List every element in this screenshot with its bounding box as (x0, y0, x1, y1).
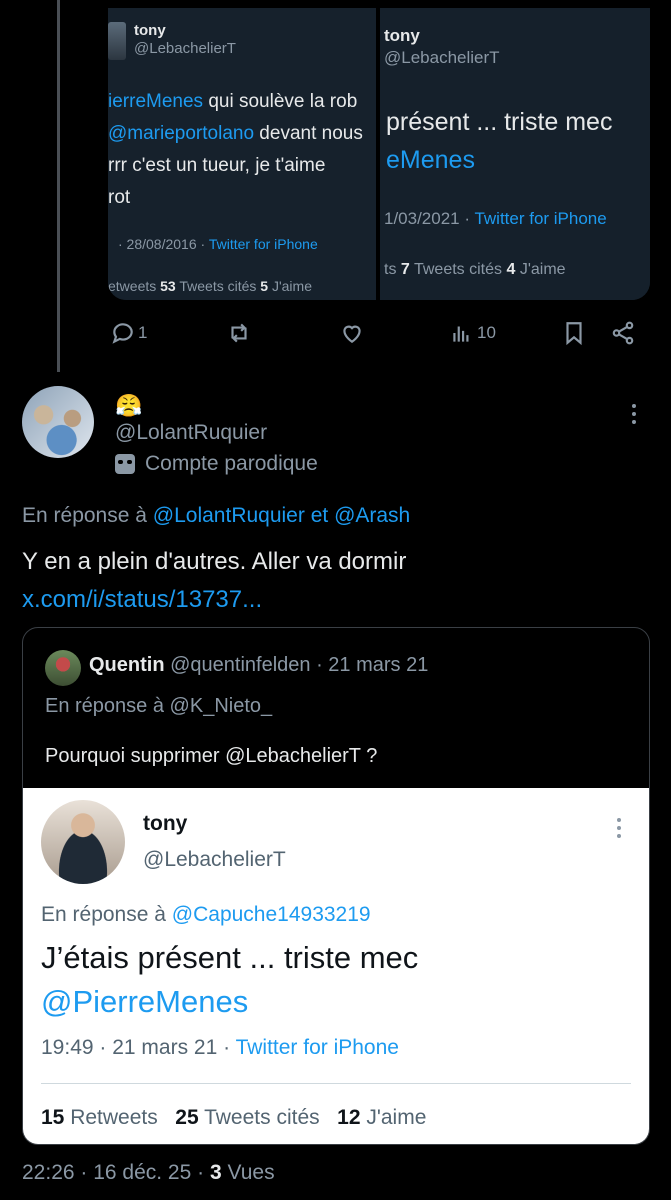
tweet-line: ierreMenes qui soulève la rob (108, 91, 358, 112)
tweet-meta: · 28/08/2016 · Twitter for iPhone (118, 236, 318, 252)
tweet-line: présent ... triste mec (386, 108, 613, 136)
bookmark-button[interactable] (561, 316, 587, 350)
heart-icon (343, 325, 361, 343)
tweet-media-image[interactable]: tony @LebachelierT ierreMenes qui soulèv… (108, 8, 650, 300)
tweet-stats: ts 7 Tweets cités 4 J'aime (384, 261, 566, 278)
avatar[interactable] (22, 386, 94, 458)
like-button[interactable] (339, 316, 365, 350)
tweet-line: rrr c'est un tueur, je t'aime (108, 155, 326, 176)
tweet-stats: etweets 53 Tweets cités 5 J'aime (108, 278, 312, 294)
divider (41, 1083, 631, 1084)
tweet-mention: @PierreMenes (41, 984, 249, 1019)
avatar (41, 800, 125, 884)
author-name: Quentin (89, 654, 165, 676)
bookmark-icon (566, 322, 582, 346)
avatar (108, 22, 126, 60)
quoted-tweet-card[interactable]: Quentin @quentinfelden · 21 mars 21 En r… (22, 627, 650, 1145)
tweet-line: @marieportolano devant nous (108, 123, 363, 144)
reply-count: 1 (138, 323, 148, 342)
reply-mention-link[interactable]: @Arash (334, 504, 410, 527)
reply-context: En réponse à @K_Nieto_ (45, 695, 273, 717)
quoted-tweet-image: tony @LebachelierT En réponse à @Capuche… (23, 788, 649, 1144)
more-options-icon (617, 818, 621, 838)
parody-label: Compte parodique (115, 452, 318, 476)
tweet-text: J’étais présent ... triste mec (41, 940, 419, 975)
tweet-link[interactable]: x.com/i/status/13737... (22, 586, 262, 614)
parody-mask-icon (115, 454, 135, 474)
media-panel-right: tony @LebachelierT présent ... triste me… (384, 8, 650, 300)
author-name: tony (384, 26, 420, 45)
reply-button[interactable]: 1 (110, 316, 147, 350)
author-name: tony (134, 22, 166, 39)
share-button[interactable] (610, 316, 636, 350)
tweet-stats: 15 Retweets 25 Tweets cités 12 J'aime (41, 1106, 427, 1129)
media-panel-left: tony @LebachelierT ierreMenes qui soulèv… (108, 8, 380, 300)
thread-line (57, 0, 60, 372)
author-handle: @LebachelierT (384, 48, 500, 67)
share-icon (612, 321, 634, 345)
tweet-text: Y en a plein d'autres. Aller va dormir (22, 548, 407, 575)
more-options-icon[interactable] (632, 404, 636, 424)
reply-context: En réponse à @LolantRuquier et @Arash (22, 504, 411, 527)
avatar (45, 650, 81, 686)
views-count: 10 (477, 323, 496, 342)
views-chart-icon (453, 326, 469, 342)
retweet-button[interactable] (226, 316, 252, 350)
views-button[interactable]: 10 (449, 316, 496, 350)
quoted-tweet-text: Pourquoi supprimer @LebachelierT ? (45, 745, 378, 767)
author-handle[interactable]: @LolantRuquier (115, 421, 267, 445)
tweet-meta: 19:49 · 21 mars 21 · Twitter for iPhone (41, 1036, 399, 1059)
parody-text: Compte parodique (145, 452, 318, 475)
tweet-date: · 21 mars 21 (316, 654, 429, 676)
author-handle: @LebachelierT (143, 848, 286, 871)
reply-context: En réponse à @Capuche14933219 (41, 903, 371, 926)
tweet-line: rot (108, 187, 131, 208)
tweet-footer: 22:26 · 16 déc. 25 · 3 Vues (22, 1161, 275, 1184)
author-name: tony (143, 812, 188, 835)
tweet-timestamp: 22:26 · 16 déc. 25 · (22, 1161, 205, 1184)
reply-mention-link[interactable]: @LolantRuquier (153, 504, 305, 527)
author-handle: @LebachelierT (134, 40, 236, 57)
retweet-icon (231, 323, 247, 343)
author-handle: @quentinfelden (170, 654, 311, 676)
tweet-mention: eMenes (386, 146, 475, 174)
tweet-meta: 1/03/2021 · Twitter for iPhone (384, 209, 607, 228)
reply-icon (112, 323, 133, 344)
quoted-tweet-header: Quentin @quentinfelden · 21 mars 21 (89, 654, 428, 677)
display-name-emoji[interactable]: 😤 (115, 394, 142, 418)
view-count: 3 (209, 1161, 222, 1184)
